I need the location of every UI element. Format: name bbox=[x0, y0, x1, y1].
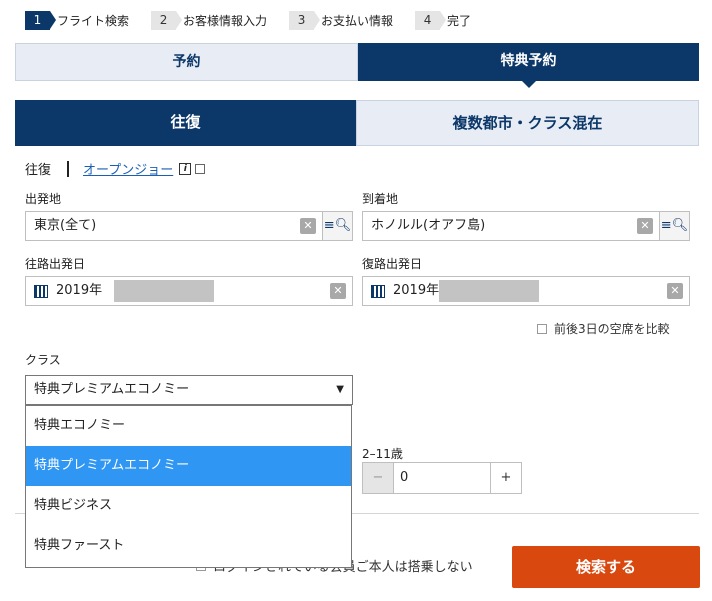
tab-award-reserve[interactable]: 特典予約 bbox=[358, 43, 699, 88]
redacted-area bbox=[114, 280, 214, 302]
step-1: 1 フライト検索 bbox=[25, 10, 130, 30]
search-button[interactable]: 検索する bbox=[512, 546, 700, 588]
clear-icon[interactable]: ✕ bbox=[667, 283, 683, 299]
step-number: 2 bbox=[151, 10, 183, 30]
destination-label: 到着地 bbox=[362, 192, 399, 206]
tab-round-trip[interactable]: 往復 bbox=[15, 100, 356, 146]
open-jaw-link[interactable]: オープンジョー bbox=[83, 159, 173, 178]
clear-icon[interactable]: ✕ bbox=[637, 218, 653, 234]
step-label: フライト検索 bbox=[57, 13, 130, 28]
trip-subnav: 往復 オープンジョー i bbox=[25, 159, 206, 178]
step-number: 1 bbox=[25, 10, 56, 30]
class-select[interactable]: 特典プレミアムエコノミー ▼ bbox=[25, 375, 353, 405]
step-label: お支払い情報 bbox=[321, 13, 394, 28]
child-count-input[interactable]: 0 bbox=[394, 462, 490, 494]
calendar-icon bbox=[34, 285, 48, 298]
step-3: 3 お支払い情報 bbox=[289, 10, 394, 30]
subnav-round-trip: 往復 bbox=[25, 163, 52, 178]
destination-field[interactable]: ホノルル(オアフ島) ✕ bbox=[362, 211, 660, 241]
clear-icon[interactable]: ✕ bbox=[330, 283, 346, 299]
return-date-value: 2019年 bbox=[393, 283, 440, 298]
class-dropdown-list: 特典エコノミー 特典プレミアムエコノミー 特典ビジネス 特典ファースト bbox=[25, 405, 352, 568]
decrement-button[interactable]: − bbox=[362, 462, 394, 494]
step-label: 完了 bbox=[447, 13, 472, 28]
class-option-economy[interactable]: 特典エコノミー bbox=[26, 406, 351, 446]
divider bbox=[67, 160, 70, 177]
chevron-down-icon: ▼ bbox=[336, 384, 344, 395]
redacted-area bbox=[439, 280, 539, 302]
child-count-stepper: − 0 + bbox=[362, 462, 522, 494]
step-number: 4 bbox=[415, 10, 447, 30]
progress-steps: 1 フライト検索 2 お客様情報入力 3 お支払い情報 4 完了 bbox=[25, 10, 493, 30]
class-label: クラス bbox=[25, 353, 61, 367]
external-link-icon bbox=[195, 163, 206, 174]
clear-icon[interactable]: ✕ bbox=[300, 218, 316, 234]
outbound-date-field[interactable]: 2019年 ✕ bbox=[25, 276, 353, 306]
origin-label: 出発地 bbox=[25, 192, 62, 206]
booking-type-tabs: 予約 特典予約 bbox=[15, 43, 699, 88]
outbound-date-value: 2019年 bbox=[56, 283, 103, 298]
origin-search-button[interactable]: ≡🔍︎ bbox=[322, 211, 353, 241]
compare-dates-option[interactable]: 前後3日の空席を比較 bbox=[537, 320, 670, 337]
return-date-field[interactable]: 2019年 ✕ bbox=[362, 276, 690, 306]
compare-label: 前後3日の空席を比較 bbox=[554, 322, 670, 336]
step-4: 4 完了 bbox=[415, 10, 472, 30]
class-selected-value: 特典プレミアムエコノミー bbox=[34, 382, 190, 397]
calendar-icon bbox=[371, 285, 385, 298]
step-number: 3 bbox=[289, 10, 321, 30]
compare-checkbox[interactable] bbox=[537, 323, 547, 334]
step-label: お客様情報入力 bbox=[183, 13, 268, 28]
class-option-premium-economy[interactable]: 特典プレミアムエコノミー bbox=[26, 446, 351, 486]
outbound-label: 往路出発日 bbox=[25, 257, 86, 271]
class-option-first[interactable]: 特典ファースト bbox=[26, 526, 351, 566]
trip-type-tabs: 往復 複数都市・クラス混在 bbox=[15, 100, 699, 146]
origin-field[interactable]: 東京(全て) ✕ bbox=[25, 211, 323, 241]
destination-search-button[interactable]: ≡🔍︎ bbox=[659, 211, 690, 241]
tab-reserve[interactable]: 予約 bbox=[15, 43, 358, 81]
class-option-business[interactable]: 特典ビジネス bbox=[26, 486, 351, 526]
origin-value: 東京(全て) bbox=[34, 218, 97, 233]
return-label: 復路出発日 bbox=[362, 257, 423, 271]
tab-multi-city[interactable]: 複数都市・クラス混在 bbox=[356, 100, 699, 146]
step-2: 2 お客様情報入力 bbox=[151, 10, 268, 30]
child-age-label: 2–11歳 bbox=[362, 447, 403, 461]
destination-value: ホノルル(オアフ島) bbox=[371, 218, 486, 233]
info-icon[interactable]: i bbox=[179, 162, 192, 175]
increment-button[interactable]: + bbox=[490, 462, 522, 494]
